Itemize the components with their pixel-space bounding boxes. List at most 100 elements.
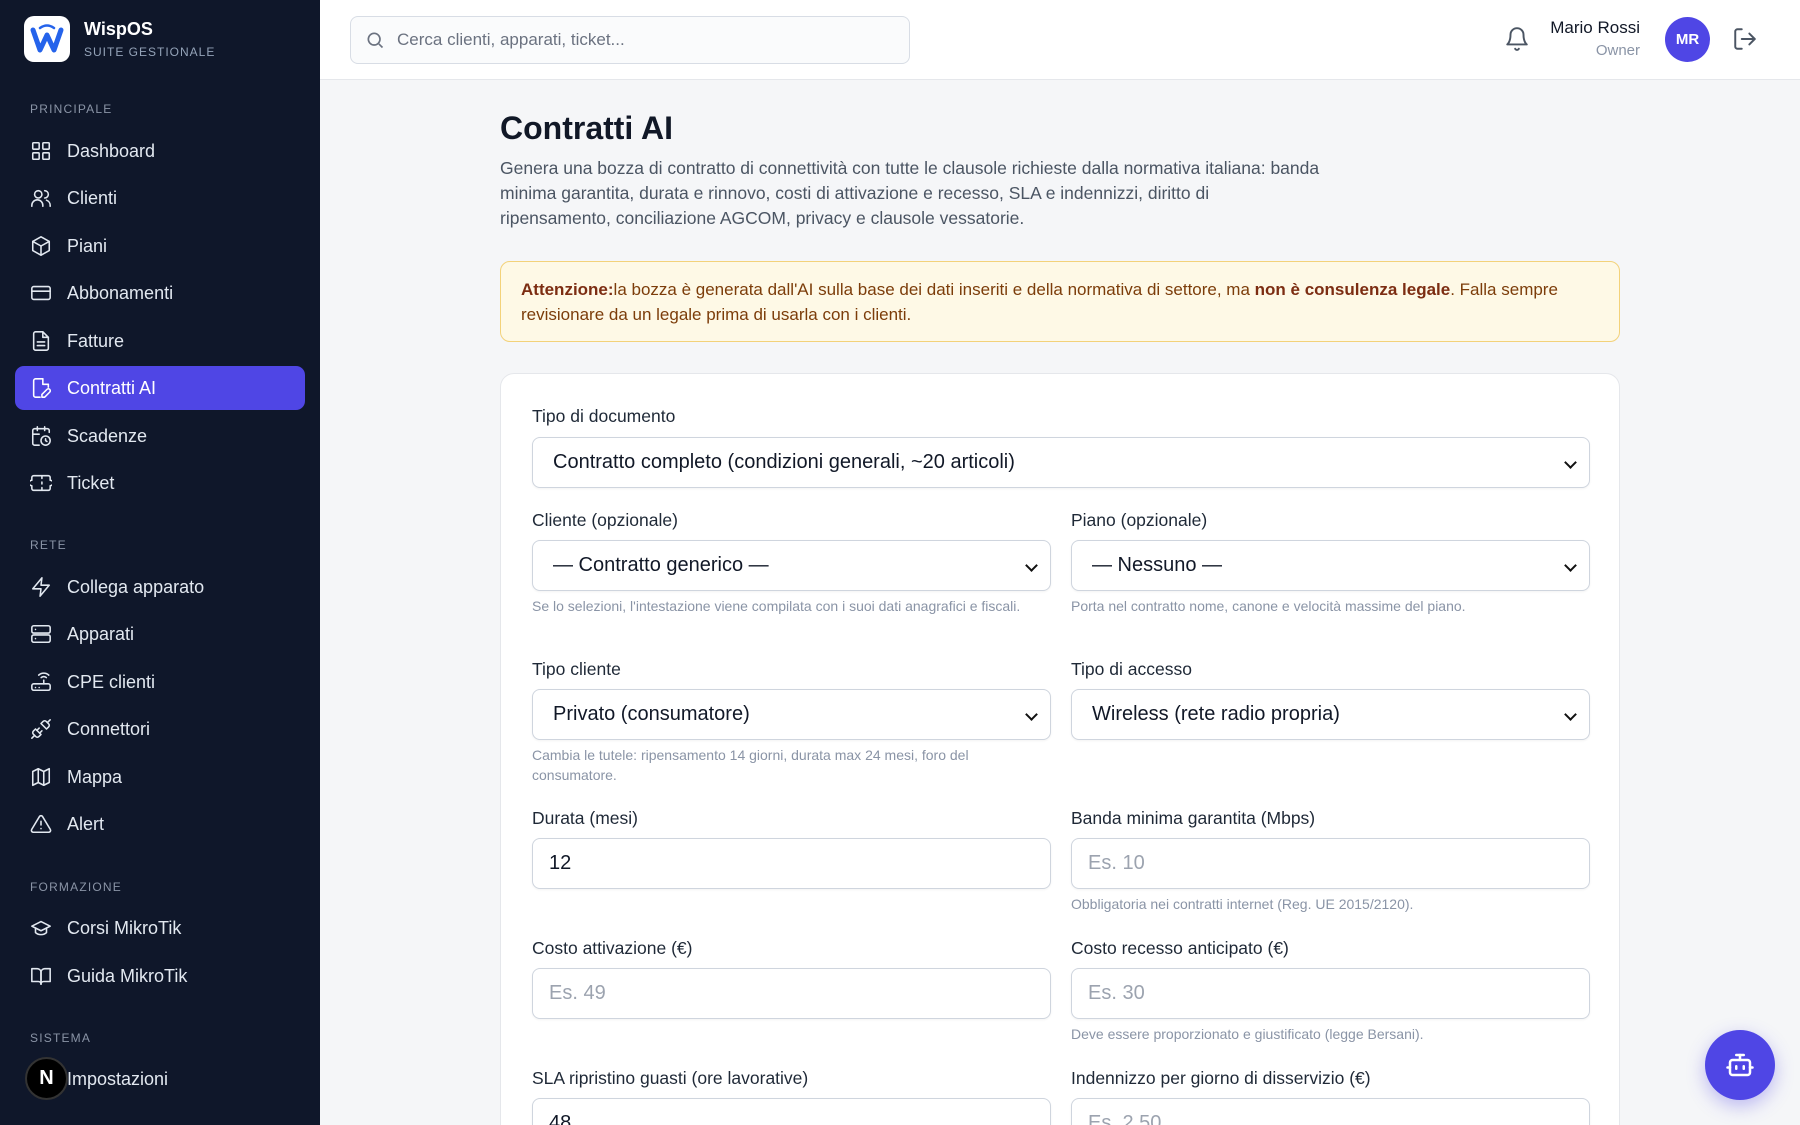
sla-label: SLA ripristino guasti (ore lavorative) bbox=[532, 1068, 809, 1088]
search-input[interactable] bbox=[397, 30, 897, 50]
client-type-value: Privato (consumatore) bbox=[553, 703, 750, 725]
duration-value: 12 bbox=[549, 852, 572, 874]
plug-icon bbox=[31, 719, 51, 739]
brand-name: WispOS bbox=[84, 19, 153, 40]
early-exit-cost-label: Costo recesso anticipato (€) bbox=[1071, 938, 1289, 958]
sidebar-item-piani[interactable]: Piani bbox=[15, 224, 305, 268]
users-icon bbox=[31, 189, 51, 208]
warning-prefix: Attenzione: bbox=[521, 280, 614, 299]
sidebar-item-label: CPE clienti bbox=[67, 671, 156, 692]
sidebar-item-connettori[interactable]: Connettori bbox=[15, 707, 305, 751]
sidebar-item-label: Clienti bbox=[67, 187, 118, 208]
min-band-hint: Obbligatoria nei contratti internet (Reg… bbox=[1071, 896, 1414, 912]
sla-input[interactable]: 48 bbox=[532, 1098, 1051, 1125]
brand[interactable]: WispOS SUITE GESTIONALE bbox=[24, 16, 215, 62]
sidebar-item-dashboard[interactable]: Dashboard bbox=[15, 129, 305, 173]
graduation-cap-icon bbox=[31, 920, 51, 936]
card-icon bbox=[31, 285, 51, 301]
contract-form-card: Tipo di documento Contratto completo (co… bbox=[500, 373, 1620, 1125]
sidebar-item-apparati[interactable]: Apparati bbox=[15, 612, 305, 656]
sidebar-item-label: Guida MikroTik bbox=[67, 965, 188, 986]
sidebar-item-fatture[interactable]: Fatture bbox=[15, 319, 305, 363]
wispos-logo-icon bbox=[24, 16, 70, 62]
sidebar-item-label: Piani bbox=[67, 235, 108, 256]
early-exit-cost-input[interactable]: Es. 30 bbox=[1071, 968, 1590, 1019]
section-label-rete: RETE bbox=[30, 538, 67, 552]
sidebar-item-ticket[interactable]: Ticket bbox=[15, 461, 305, 505]
access-type-value: Wireless (rete radio propria) bbox=[1092, 703, 1340, 725]
compensation-placeholder: Es. 2,50 bbox=[1088, 1112, 1162, 1125]
sidebar-item-label: Abbonamenti bbox=[67, 282, 174, 303]
sidebar-item-contratti-ai[interactable]: Contratti AI bbox=[15, 366, 305, 410]
sidebar-item-label: Fatture bbox=[67, 330, 125, 351]
doc-type-label: Tipo di documento bbox=[532, 406, 676, 426]
book-icon bbox=[31, 967, 51, 986]
bolt-icon bbox=[31, 577, 51, 597]
page-title: Contratti AI bbox=[500, 110, 674, 146]
section-label-formazione: FORMAZIONE bbox=[30, 880, 122, 894]
client-hint: Se lo selezioni, l'intestazione viene co… bbox=[532, 598, 1021, 614]
user-info: Mario Rossi Owner bbox=[1550, 18, 1640, 59]
client-type-select[interactable]: Privato (consumatore) bbox=[532, 689, 1051, 740]
client-type-hint: Cambia le tutele: ripensamento 14 giorni… bbox=[532, 747, 969, 783]
client-select[interactable]: — Contratto generico — bbox=[532, 540, 1051, 591]
section-label-principale: PRINCIPALE bbox=[30, 102, 113, 116]
ai-assistant-button[interactable] bbox=[1705, 1030, 1775, 1100]
sidebar-item-abbonamenti[interactable]: Abbonamenti bbox=[15, 271, 305, 315]
activation-cost-placeholder: Es. 49 bbox=[549, 982, 606, 1004]
box-icon bbox=[31, 236, 51, 256]
framework-badge[interactable]: N bbox=[25, 1057, 68, 1100]
sidebar-item-mappa[interactable]: Mappa bbox=[15, 755, 305, 799]
plan-hint: Porta nel contratto nome, canone e veloc… bbox=[1071, 598, 1466, 614]
avatar[interactable]: MR bbox=[1665, 17, 1710, 62]
sidebar-item-guida-mikrotik[interactable]: Guida MikroTik bbox=[15, 954, 305, 998]
access-type-select[interactable]: Wireless (rete radio propria) bbox=[1071, 689, 1590, 740]
user-name: Mario Rossi bbox=[1550, 18, 1640, 37]
bot-icon bbox=[1726, 1053, 1754, 1077]
sidebar-item-label: Ticket bbox=[67, 472, 115, 493]
file-edit-icon bbox=[32, 378, 51, 398]
plan-select[interactable]: — Nessuno — bbox=[1071, 540, 1590, 591]
user-role: Owner bbox=[1595, 42, 1640, 59]
compensation-input[interactable]: Es. 2,50 bbox=[1071, 1098, 1590, 1125]
sidebar-item-label: Scadenze bbox=[67, 425, 148, 446]
sla-value: 48 bbox=[549, 1112, 572, 1125]
alert-triangle-icon bbox=[30, 814, 52, 834]
section-label-sistema: SISTEMA bbox=[30, 1031, 92, 1045]
server-icon bbox=[31, 624, 51, 644]
sidebar-item-label: Dashboard bbox=[67, 140, 156, 161]
search-box[interactable] bbox=[350, 16, 910, 64]
sidebar-item-clienti[interactable]: Clienti bbox=[15, 176, 305, 220]
sidebar-item-cpe-clienti[interactable]: CPE clienti bbox=[15, 660, 305, 704]
logout-button[interactable] bbox=[1732, 26, 1760, 54]
sidebar-item-label: Connettori bbox=[67, 718, 151, 739]
sidebar-item-label: Corsi MikroTik bbox=[67, 917, 182, 938]
sidebar-item-scadenze[interactable]: Scadenze bbox=[15, 414, 305, 458]
sidebar-item-alert[interactable]: Alert bbox=[15, 802, 305, 846]
calendar-clock-icon bbox=[31, 426, 51, 446]
early-exit-cost-placeholder: Es. 30 bbox=[1088, 982, 1145, 1004]
router-icon bbox=[31, 672, 51, 692]
brand-subtitle: SUITE GESTIONALE bbox=[84, 44, 216, 59]
activation-cost-input[interactable]: Es. 49 bbox=[532, 968, 1051, 1019]
notifications-button[interactable] bbox=[1504, 26, 1532, 54]
logout-icon bbox=[1734, 28, 1756, 50]
warning-text-1: la bozza è generata dall'AI sulla base d… bbox=[613, 280, 1255, 299]
client-label: Cliente (opzionale) bbox=[532, 510, 678, 530]
plan-label: Piano (opzionale) bbox=[1071, 510, 1208, 530]
plan-value: — Nessuno — bbox=[1092, 554, 1223, 576]
activation-cost-label: Costo attivazione (€) bbox=[532, 938, 693, 958]
sidebar-item-label: Apparati bbox=[67, 623, 135, 644]
topbar: Mario Rossi Owner MR bbox=[320, 0, 1800, 80]
sidebar-item-corsi-mikrotik[interactable]: Corsi MikroTik bbox=[15, 906, 305, 950]
sidebar-item-collega-apparato[interactable]: Collega apparato bbox=[15, 565, 305, 609]
doc-type-select[interactable]: Contratto completo (condizioni generali,… bbox=[532, 437, 1590, 488]
duration-label: Durata (mesi) bbox=[532, 808, 638, 828]
min-band-input[interactable]: Es. 10 bbox=[1071, 838, 1590, 889]
duration-input[interactable]: 12 bbox=[532, 838, 1051, 889]
doc-type-value: Contratto completo (condizioni generali,… bbox=[553, 451, 1015, 473]
min-band-label: Banda minima garantita (Mbps) bbox=[1071, 808, 1316, 828]
sidebar-item-label: Mappa bbox=[67, 766, 123, 787]
page-description: Genera una bozza di contratto di connett… bbox=[500, 158, 1320, 228]
search-icon bbox=[367, 32, 384, 49]
